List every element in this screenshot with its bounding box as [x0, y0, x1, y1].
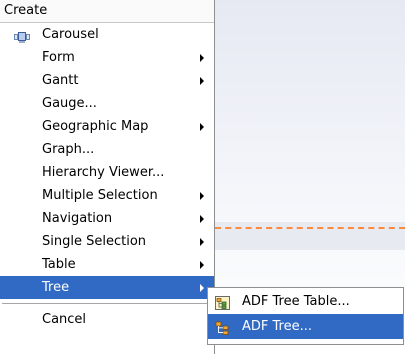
menu-item-label: Single Selection: [42, 234, 147, 249]
menu-item-label: Gauge...: [42, 96, 97, 111]
submenu-item-label: ADF Tree...: [242, 319, 312, 334]
menu-item-label: Cancel: [42, 312, 87, 327]
menu-item-tree[interactable]: Tree: [0, 276, 214, 299]
submenu-arrow-icon: [200, 215, 204, 223]
menu-item-graph[interactable]: Graph...: [0, 138, 214, 161]
submenu-arrow-icon: [200, 192, 204, 200]
submenu-arrow-icon: [200, 77, 204, 85]
menu-item-table[interactable]: Table: [0, 253, 214, 276]
submenu-arrow-icon: [200, 284, 204, 292]
menu-item-label: Tree: [42, 280, 70, 295]
tree-table-icon: [215, 294, 230, 310]
menu-item-label: Hierarchy Viewer...: [42, 165, 165, 180]
menu-item-navigation[interactable]: Navigation: [0, 207, 214, 230]
menu-item-label: Navigation: [42, 211, 113, 226]
menu-item-carousel[interactable]: Carousel: [0, 23, 214, 46]
submenu-arrow-icon: [200, 123, 204, 131]
menu-item-hierarchy-viewer[interactable]: Hierarchy Viewer...: [0, 161, 214, 184]
menu-item-label: Multiple Selection: [42, 188, 158, 203]
submenu-arrow-icon: [200, 54, 204, 62]
menu-item-cancel[interactable]: Cancel: [0, 308, 214, 332]
menu-item-label: Geographic Map: [42, 119, 149, 134]
menu-header: Create: [0, 0, 214, 23]
menu-item-label: Carousel: [42, 27, 99, 42]
create-context-menu: Create Carousel Form Gantt Gauge... Geog…: [0, 0, 215, 354]
submenu-item-adf-tree-table[interactable]: ADF Tree Table...: [208, 289, 403, 314]
submenu-item-label: ADF Tree Table...: [242, 294, 350, 309]
menu-item-single-selection[interactable]: Single Selection: [0, 230, 214, 253]
menu-item-label: Graph...: [42, 142, 95, 157]
menu-item-label: Form: [42, 50, 75, 65]
menu-item-label: Gantt: [42, 73, 79, 88]
menu-item-gauge[interactable]: Gauge...: [0, 92, 214, 115]
carousel-icon: [14, 28, 30, 43]
submenu-arrow-icon: [200, 261, 204, 269]
submenu-item-adf-tree[interactable]: ADF Tree...: [208, 314, 403, 339]
menu-item-label: Table: [42, 257, 76, 272]
menu-item-gantt[interactable]: Gantt: [0, 69, 214, 92]
submenu-arrow-icon: [200, 238, 204, 246]
menu-item-multiple-selection[interactable]: Multiple Selection: [0, 184, 214, 207]
menu-separator: [2, 303, 212, 304]
drop-target-dashed-line: [215, 227, 405, 229]
menu-item-form[interactable]: Form: [0, 46, 214, 69]
menu-item-geographic-map[interactable]: Geographic Map: [0, 115, 214, 138]
tree-submenu: ADF Tree Table... ADF Tree...: [207, 287, 404, 345]
tree-icon: [215, 319, 230, 335]
